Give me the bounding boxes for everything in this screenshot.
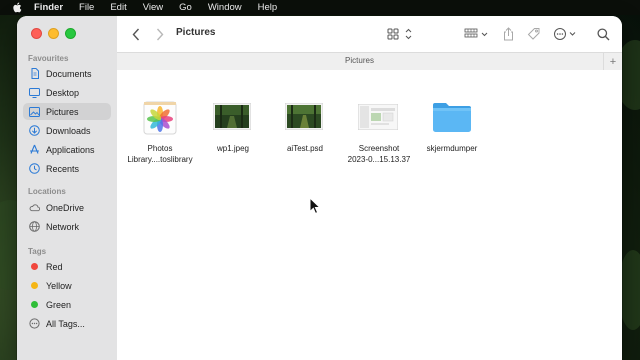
- download-icon: [29, 125, 40, 136]
- pictures-icon: [29, 106, 40, 117]
- forward-chevron-icon[interactable]: [153, 26, 167, 42]
- folder-item[interactable]: skjermdumper: [411, 70, 491, 170]
- sidebar-tag-red[interactable]: Red: [23, 258, 111, 275]
- apple-menu-icon[interactable]: [12, 2, 24, 13]
- plus-icon: +: [609, 55, 617, 68]
- globe-icon: [29, 221, 40, 232]
- tag-red-dot-icon: [29, 261, 40, 272]
- menu-finder[interactable]: Finder: [34, 0, 63, 15]
- sidebar-item-label: OneDrive: [46, 202, 85, 213]
- document-icon: [29, 68, 40, 79]
- sidebar-heading-locations: Locations: [28, 187, 66, 196]
- icon-view-grid-icon[interactable]: [385, 26, 415, 42]
- sidebar-item-pictures[interactable]: Pictures: [23, 103, 111, 120]
- cloud-icon: [29, 202, 40, 213]
- sidebar-item-label: Network: [46, 221, 80, 232]
- sidebar-item-label: Desktop: [46, 87, 80, 98]
- clock-icon: [29, 163, 40, 174]
- file-name: aiTest.psd: [286, 144, 324, 153]
- menu-bar: Finder File Edit View Go Window Help: [0, 0, 640, 15]
- sidebar-item-recents[interactable]: Recents: [23, 160, 111, 177]
- file-item[interactable]: Photos Library....toslibrary: [118, 70, 198, 170]
- sidebar-item-label: Recents: [46, 163, 80, 174]
- sidebar-item-label: Downloads: [46, 125, 91, 136]
- sidebar-item-label: Green: [46, 299, 72, 310]
- zoom-window-button[interactable]: [65, 28, 76, 39]
- sidebar-item-label: Red: [46, 261, 63, 272]
- screenshot-thumbnail: [358, 104, 398, 130]
- file-grid: Photos Library....toslibrary wp1.jpeg ai…: [117, 70, 622, 360]
- new-tab-button[interactable]: +: [603, 53, 622, 70]
- menu-help[interactable]: Help: [258, 0, 278, 15]
- sidebar-tag-green[interactable]: Green: [23, 296, 111, 313]
- menu-view[interactable]: View: [143, 0, 163, 15]
- desktop-icon: [29, 87, 40, 98]
- sidebar-item-documents[interactable]: Documents: [23, 65, 111, 82]
- toolbar: Pictures: [117, 16, 622, 52]
- file-name: skjermdumper: [426, 144, 478, 153]
- finder-window: Favourites Documents Desktop Pictures Do…: [17, 16, 622, 360]
- search-icon[interactable]: [595, 25, 611, 43]
- minimize-window-button[interactable]: [48, 28, 59, 39]
- window-title: Pictures: [176, 27, 216, 38]
- tag-yellow-dot-icon: [29, 280, 40, 291]
- folder-icon: [431, 100, 473, 134]
- sidebar: Favourites Documents Desktop Pictures Do…: [17, 16, 118, 360]
- sidebar-item-downloads[interactable]: Downloads: [23, 122, 111, 139]
- group-by-icon[interactable]: [463, 26, 491, 42]
- menu-window[interactable]: Window: [208, 0, 242, 15]
- tag-icon[interactable]: [526, 25, 542, 43]
- sidebar-item-label: All Tags...: [46, 318, 85, 329]
- sidebar-tag-yellow[interactable]: Yellow: [23, 277, 111, 294]
- menu-edit[interactable]: Edit: [110, 0, 126, 15]
- forest-image-thumbnail: [213, 103, 251, 130]
- sidebar-heading-favourites: Favourites: [28, 54, 69, 63]
- back-chevron-icon[interactable]: [129, 26, 143, 42]
- tag-green-dot-icon: [29, 299, 40, 310]
- photos-library-icon: [140, 100, 180, 136]
- sidebar-item-label: Applications: [46, 144, 95, 155]
- sidebar-item-label: Yellow: [46, 280, 72, 291]
- all-tags-icon: [29, 318, 40, 329]
- file-name: Photos: [147, 144, 173, 153]
- file-name: Screenshot: [358, 144, 400, 153]
- applications-icon: [29, 144, 40, 155]
- more-actions-icon[interactable]: [553, 25, 579, 43]
- sidebar-item-applications[interactable]: Applications: [23, 141, 111, 158]
- share-icon[interactable]: [501, 25, 515, 43]
- menu-go[interactable]: Go: [179, 0, 192, 15]
- sidebar-item-network[interactable]: Network: [23, 218, 111, 235]
- file-name-line2: Library....toslibrary: [127, 155, 193, 164]
- sidebar-item-label: Pictures: [46, 106, 79, 117]
- file-item[interactable]: Screenshot 2023-0...15.13.37: [337, 70, 417, 170]
- file-item[interactable]: aiTest.psd: [264, 70, 344, 170]
- sidebar-all-tags[interactable]: All Tags...: [23, 315, 111, 332]
- sidebar-item-onedrive[interactable]: OneDrive: [23, 199, 111, 216]
- mouse-cursor-icon: [309, 196, 322, 215]
- sidebar-heading-tags: Tags: [28, 247, 47, 256]
- file-name-line2: 2023-0...15.13.37: [347, 155, 411, 164]
- sidebar-item-label: Documents: [46, 68, 92, 79]
- window-controls: [31, 28, 76, 39]
- forest-image-thumbnail: [285, 103, 323, 130]
- sidebar-item-desktop[interactable]: Desktop: [23, 84, 111, 101]
- close-window-button[interactable]: [31, 28, 42, 39]
- file-name: wp1.jpeg: [216, 144, 250, 153]
- tab-bar: Pictures +: [117, 52, 622, 71]
- tab-pictures[interactable]: Pictures: [117, 56, 602, 65]
- menu-file[interactable]: File: [79, 0, 94, 15]
- file-item[interactable]: wp1.jpeg: [191, 70, 271, 170]
